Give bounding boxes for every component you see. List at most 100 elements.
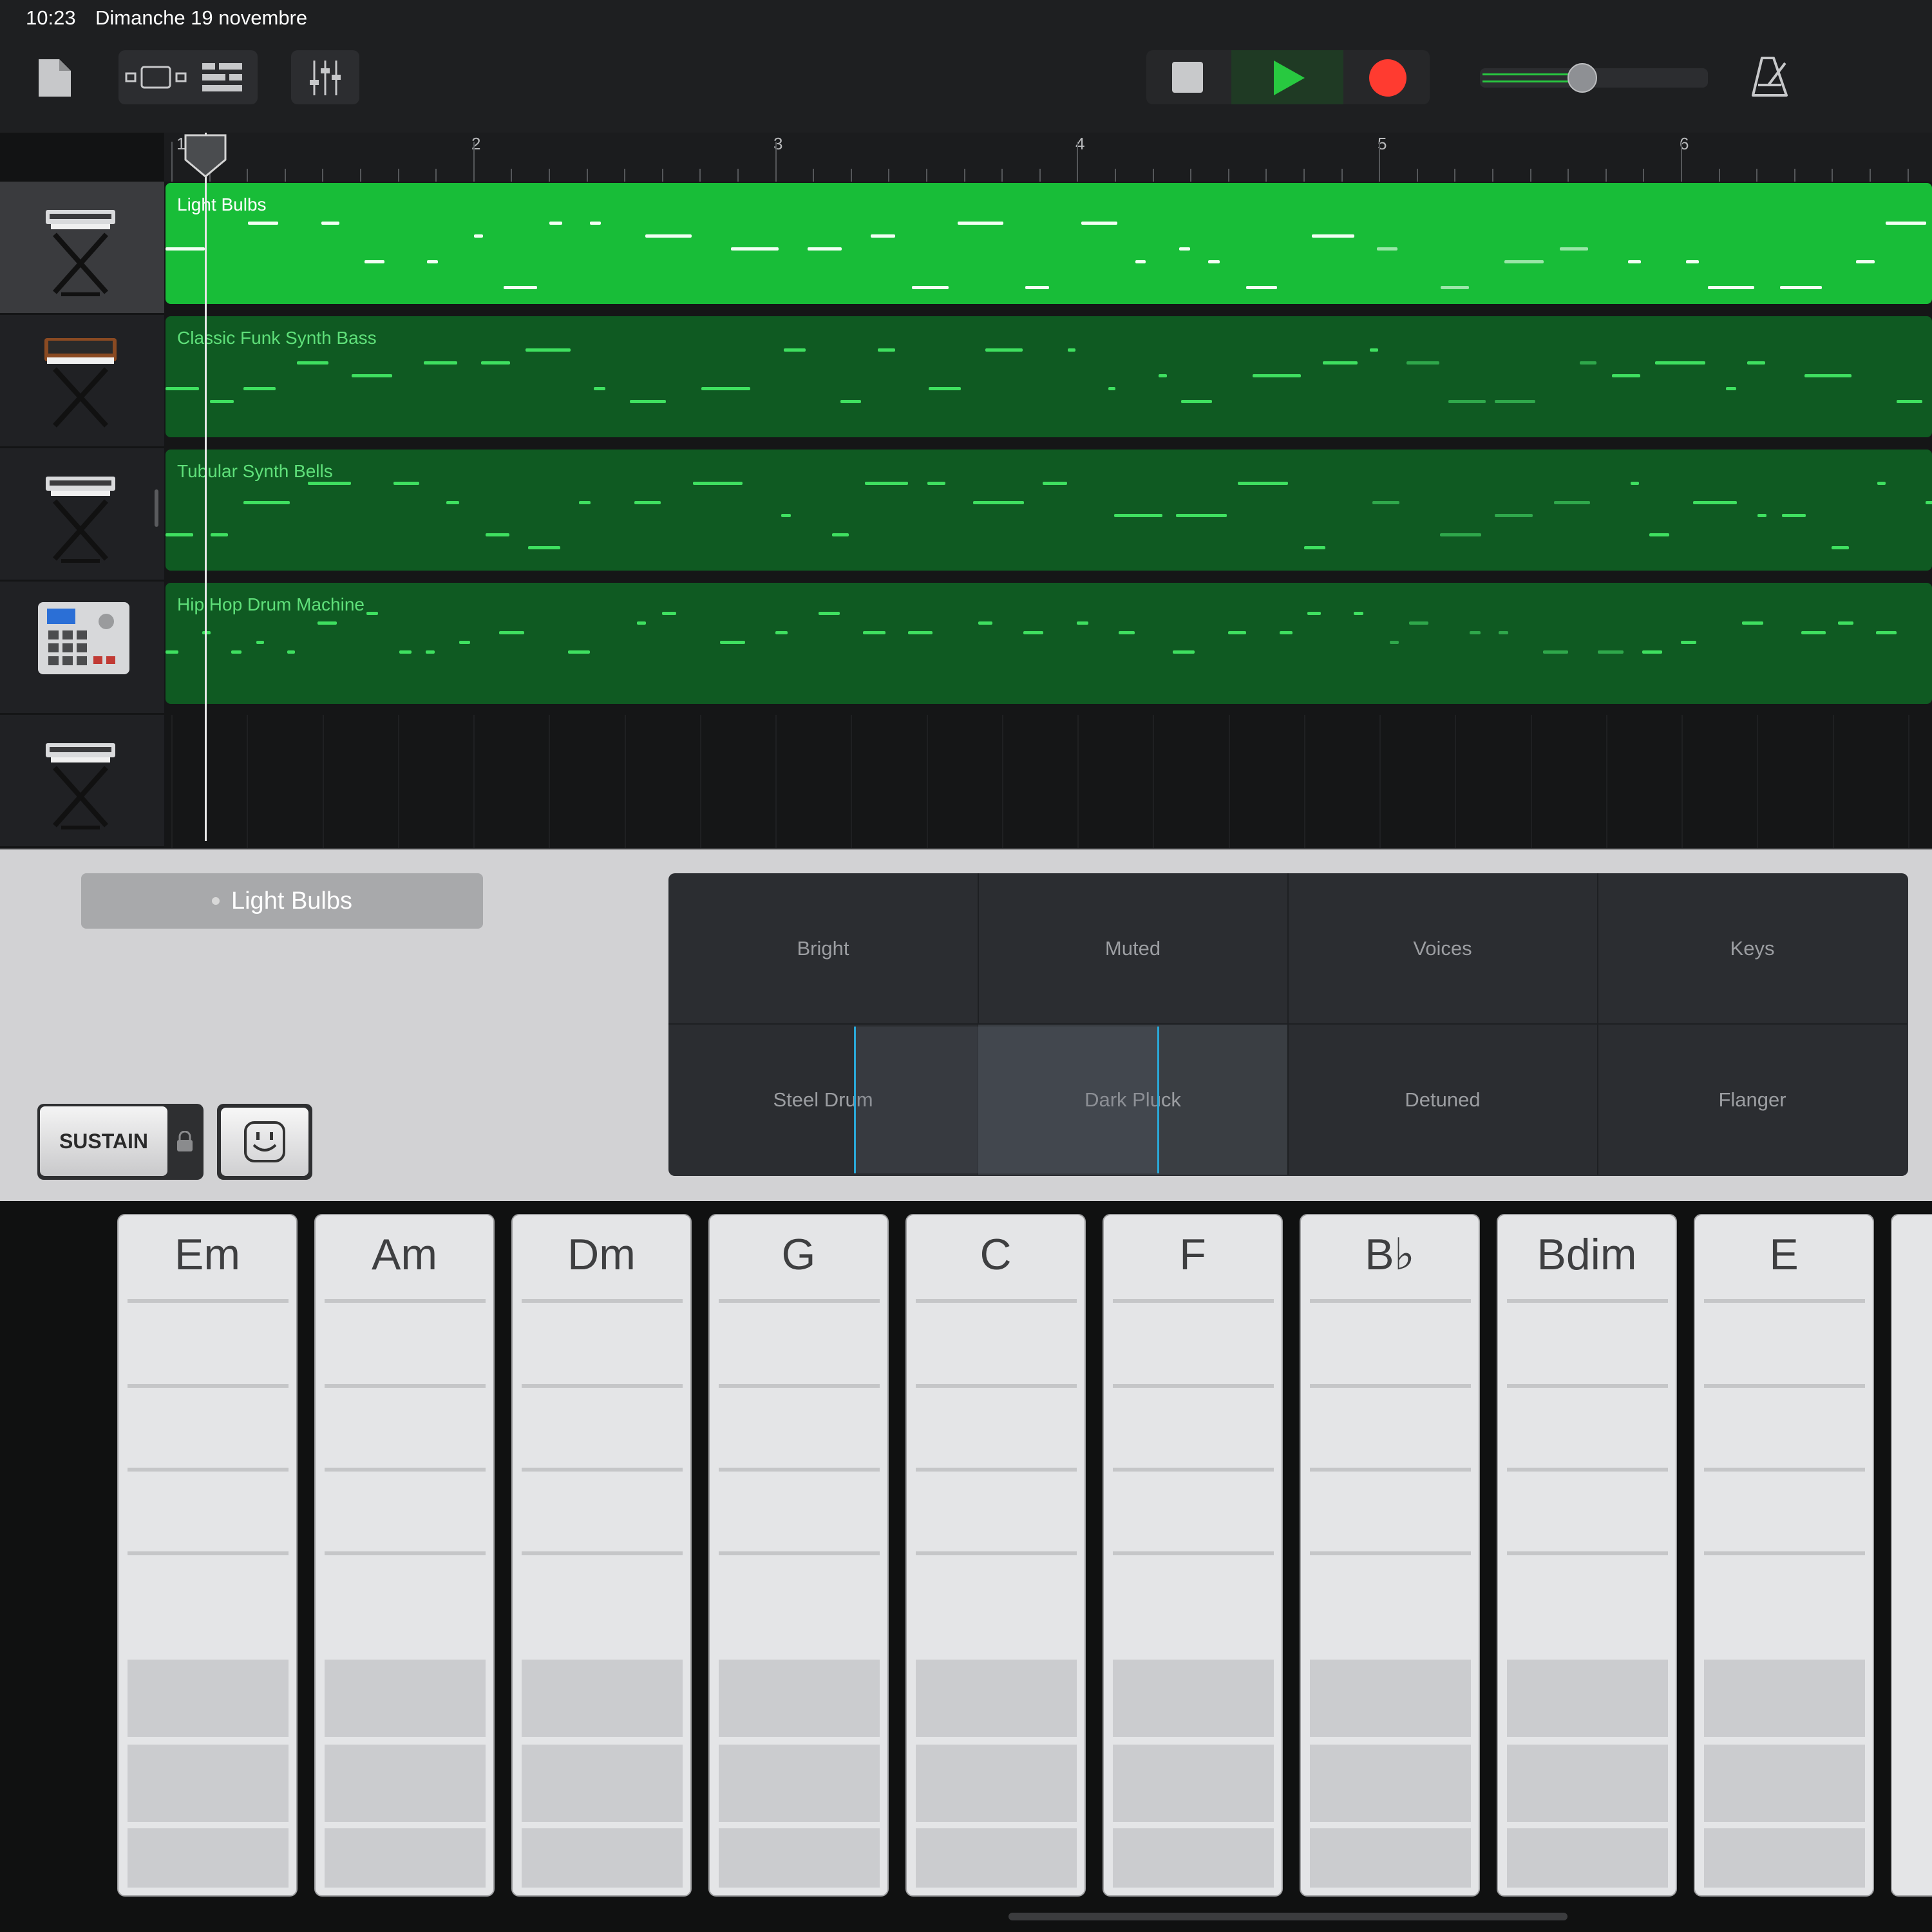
bass-note-zone[interactable] <box>916 1828 1077 1888</box>
midi-region[interactable]: Tubular Synth Bells <box>166 450 1932 571</box>
chord-strip[interactable]: E <box>1694 1214 1874 1897</box>
grid-line <box>1077 715 1079 848</box>
track-header[interactable] <box>0 715 164 848</box>
bass-note-zone[interactable] <box>522 1660 683 1737</box>
midi-note <box>1926 501 1932 504</box>
sound-option[interactable]: Voices <box>1288 873 1598 1025</box>
chord-strip[interactable]: F <box>1103 1214 1283 1897</box>
home-indicator[interactable] <box>1009 1913 1567 1920</box>
master-volume-slider[interactable] <box>1480 63 1708 93</box>
midi-note <box>426 650 435 654</box>
timeline-ruler[interactable]: 123456 <box>164 133 1932 182</box>
bass-note-zone[interactable] <box>1507 1660 1668 1737</box>
sound-option[interactable]: Bright <box>668 873 979 1025</box>
bass-note-zone[interactable] <box>325 1660 486 1737</box>
midi-note <box>287 650 295 654</box>
midi-note <box>166 650 178 654</box>
keyboard-stand-icon <box>35 462 132 565</box>
midi-region[interactable]: Light Bulbs <box>166 183 1932 304</box>
chord-divider <box>522 1468 683 1472</box>
bass-note-zone[interactable] <box>1704 1745 1865 1822</box>
playhead-handle[interactable] <box>184 134 227 178</box>
chord-strip[interactable]: B♭ <box>1300 1214 1480 1897</box>
sustain-button[interactable]: SUSTAIN <box>40 1106 167 1176</box>
chord-divider <box>128 1468 289 1472</box>
bass-note-zone[interactable] <box>1113 1745 1274 1822</box>
track-header[interactable] <box>0 582 164 715</box>
bass-note-zone[interactable] <box>916 1745 1077 1822</box>
bass-note-zone[interactable] <box>719 1660 880 1737</box>
bass-note-zone[interactable] <box>1310 1660 1471 1737</box>
chord-divider <box>1310 1551 1471 1555</box>
track-header[interactable] <box>0 448 164 582</box>
grid-line <box>1606 715 1607 848</box>
instrument-chooser-button[interactable]: Light Bulbs <box>81 873 483 929</box>
lock-icon[interactable] <box>175 1131 194 1153</box>
bass-note-zone[interactable] <box>1704 1660 1865 1737</box>
midi-note <box>568 650 590 654</box>
autoplay-button[interactable] <box>217 1104 312 1180</box>
chord-strip[interactable]: G <box>708 1214 889 1897</box>
volume-knob[interactable] <box>1567 63 1598 93</box>
chord-strip[interactable]: Em <box>117 1214 298 1897</box>
grid-line <box>398 715 399 848</box>
bass-note-zone[interactable] <box>325 1828 486 1888</box>
bass-note-zone[interactable] <box>916 1660 1077 1737</box>
midi-note <box>985 348 1023 352</box>
ruler-tick <box>888 169 889 182</box>
sound-option[interactable]: Keys <box>1598 873 1907 1025</box>
bass-note-zone[interactable] <box>1310 1828 1471 1888</box>
bass-note-zone[interactable] <box>1113 1828 1274 1888</box>
chord-strip[interactable] <box>1891 1214 1932 1897</box>
bass-note-zone[interactable] <box>1507 1745 1668 1822</box>
bass-note-zone[interactable] <box>325 1745 486 1822</box>
document-icon[interactable] <box>37 58 72 98</box>
chord-strip[interactable]: Bdim <box>1497 1214 1677 1897</box>
bass-note-zone[interactable] <box>522 1745 683 1822</box>
chord-divider <box>522 1551 683 1555</box>
bass-note-zone[interactable] <box>719 1828 880 1888</box>
sound-option[interactable]: Detuned <box>1288 1025 1598 1175</box>
chord-strip[interactable]: Am <box>314 1214 495 1897</box>
chord-strip[interactable]: Dm <box>511 1214 692 1897</box>
chord-strip[interactable]: C <box>905 1214 1086 1897</box>
midi-region[interactable]: Hip Hop Drum Machine <box>166 583 1932 704</box>
grid-line <box>1304 715 1305 848</box>
track-header[interactable] <box>0 182 164 315</box>
bass-note-zone[interactable] <box>128 1660 289 1737</box>
sound-option[interactable]: Muted <box>978 873 1289 1025</box>
midi-region[interactable]: Classic Funk Synth Bass <box>166 316 1932 437</box>
track-resize-handle[interactable] <box>155 489 158 527</box>
ruler-tick <box>171 142 173 182</box>
sound-option[interactable]: Flanger <box>1598 1025 1907 1175</box>
ruler-tick <box>624 169 625 182</box>
bass-note-zone[interactable] <box>128 1745 289 1822</box>
midi-note <box>1114 514 1162 517</box>
bass-note-zone[interactable] <box>1113 1660 1274 1737</box>
record-button[interactable] <box>1345 50 1430 104</box>
sound-grid: Bright Muted Voices Keys Steel Drum Dark Pluc… <box>668 873 1908 1176</box>
track-header[interactable] <box>0 315 164 448</box>
ruler-tick <box>1567 169 1569 182</box>
view-toggle-button[interactable] <box>118 50 258 104</box>
midi-note <box>231 650 242 654</box>
chord-divider <box>522 1299 683 1303</box>
midi-note <box>1598 650 1624 654</box>
bass-note-zone[interactable] <box>1310 1745 1471 1822</box>
grid-line <box>473 715 475 848</box>
play-button[interactable] <box>1231 50 1343 104</box>
bass-note-zone[interactable] <box>128 1828 289 1888</box>
mixer-icon <box>310 61 341 95</box>
bass-note-zone[interactable] <box>1704 1828 1865 1888</box>
chord-divider <box>719 1384 880 1388</box>
midi-note <box>474 234 483 238</box>
bass-note-zone[interactable] <box>1507 1828 1668 1888</box>
bass-note-zone[interactable] <box>719 1745 880 1822</box>
midi-note <box>1441 286 1469 289</box>
metronome-icon[interactable] <box>1750 57 1789 98</box>
tracks-area[interactable]: Light Bulbs Classic Funk Synth Bass Tubula… <box>164 182 1932 848</box>
mixer-button[interactable] <box>291 50 359 104</box>
stop-button[interactable] <box>1146 50 1230 104</box>
tracks-view-icon[interactable] <box>202 63 243 91</box>
bass-note-zone[interactable] <box>522 1828 683 1888</box>
